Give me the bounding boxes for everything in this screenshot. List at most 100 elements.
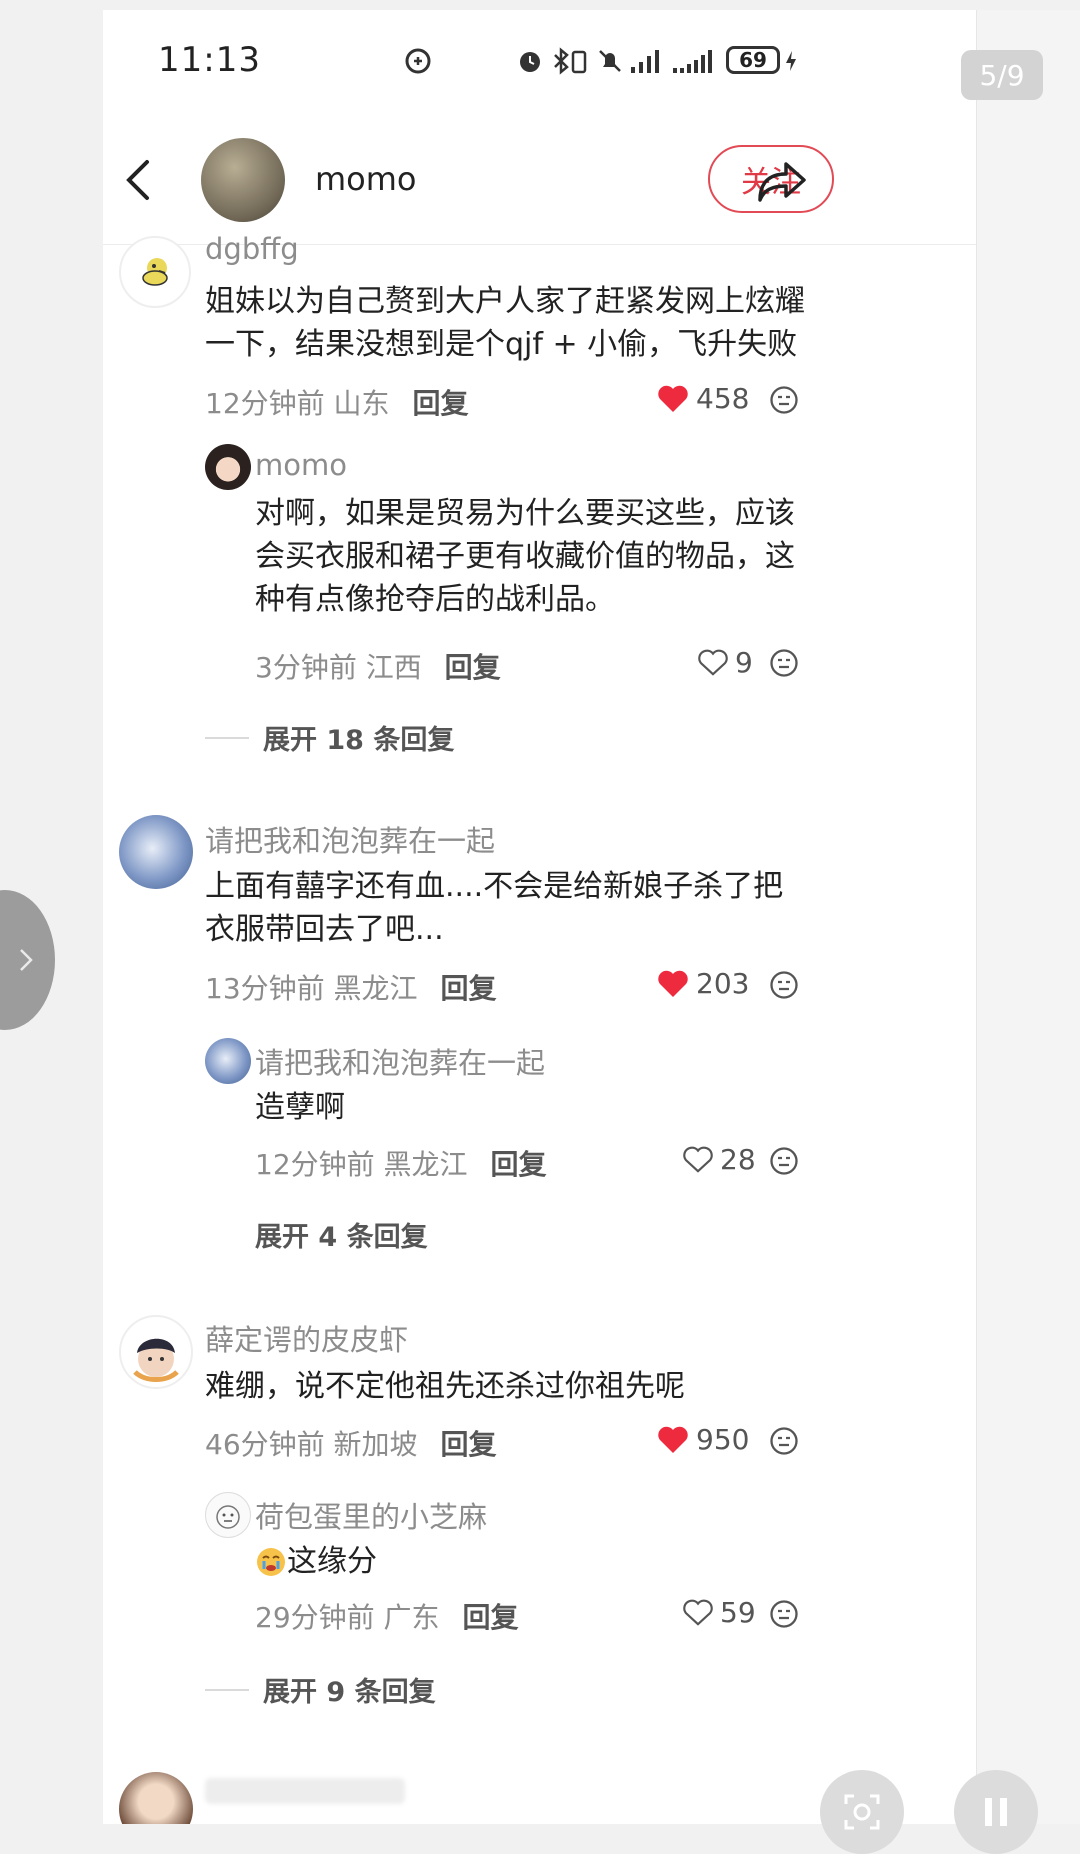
reply-avatar[interactable] [205, 1038, 251, 1084]
like-count: 9 [735, 646, 753, 679]
comment-meta: 12分钟前 山东 回复 [205, 382, 468, 422]
charging-icon [784, 46, 798, 76]
reply-button[interactable]: 回复 [440, 972, 496, 1005]
author-avatar[interactable] [201, 138, 285, 222]
crying-emoji-icon [257, 1547, 285, 1576]
heart-outline-icon [698, 649, 728, 676]
chevron-right-icon [20, 949, 33, 971]
like-count: 59 [720, 1596, 756, 1629]
reply-name[interactable]: 荷包蛋里的小芝麻 [255, 1494, 487, 1536]
comment-time: 13分钟前 [205, 972, 325, 1005]
emoji-reaction-icon[interactable] [769, 1426, 799, 1456]
expand-replies[interactable]: 展开 4 条回复 [255, 1215, 428, 1254]
reply-time: 29分钟前 [255, 1601, 375, 1634]
reply-time: 12分钟前 [255, 1148, 375, 1181]
like-button[interactable]: 9 [697, 646, 753, 679]
reply-meta: 29分钟前 广东 回复 [255, 1596, 518, 1636]
reply-button[interactable]: 回复 [440, 1428, 496, 1461]
signal-icon [629, 46, 663, 76]
like-button[interactable]: 28 [682, 1143, 756, 1176]
battery-indicator: 69 [726, 46, 780, 74]
comment-location: 新加坡 [333, 1428, 418, 1461]
comment-time: 12分钟前 [205, 387, 325, 420]
comment-text: 上面有囍字还有血....不会是给新娘子杀了把衣服带回去了吧... [205, 869, 784, 947]
reply-avatar[interactable] [205, 1492, 251, 1538]
reply-time: 3分钟前 [255, 651, 357, 684]
comment-location: 黑龙江 [333, 972, 418, 1005]
back-icon[interactable] [119, 158, 159, 202]
heart-filled-icon [658, 385, 688, 412]
pause-icon [985, 1798, 1007, 1826]
heart-filled-icon [658, 1426, 688, 1453]
expand-replies[interactable]: 展开 9 条回复 [205, 1670, 436, 1709]
comment-text: 姐妹以为自己赘到大户人家了赶紧发网上炫耀一下，结果没想到是个qjf + 小偷，飞… [205, 284, 805, 362]
bluetooth-vibrate-icon [550, 46, 590, 76]
expand-replies[interactable]: 展开 18 条回复 [205, 718, 454, 757]
reply-meta: 12分钟前 黑龙江 回复 [255, 1143, 546, 1183]
next-side-button[interactable] [0, 890, 55, 1030]
scan-button[interactable] [820, 1770, 904, 1854]
reply-content: 这缘分 [255, 1540, 377, 1583]
comment-sheet: 11:13 69 momo 关注 dgbffg 姐妹以为自己赘到大户人家了赶紧发… [103, 10, 976, 1824]
reply-button[interactable]: 回复 [445, 651, 501, 684]
comment-meta: 13分钟前 黑龙江 回复 [205, 967, 496, 1007]
like-button[interactable]: 458 [656, 382, 749, 415]
reply-button[interactable]: 回复 [412, 387, 468, 420]
comment-location: 山东 [333, 387, 390, 420]
commenter-avatar[interactable] [119, 1772, 193, 1824]
heart-outline-icon [683, 1146, 713, 1173]
status-bar: 11:13 69 [103, 10, 976, 110]
scan-icon [844, 1794, 880, 1830]
expand-line [205, 1688, 249, 1691]
reply-location: 黑龙江 [383, 1148, 468, 1181]
like-count: 203 [696, 967, 750, 1000]
like-button[interactable]: 59 [682, 1596, 756, 1629]
expand-label: 展开 18 条回复 [263, 725, 455, 756]
heart-outline-icon [683, 1599, 713, 1626]
like-count: 950 [696, 1423, 750, 1456]
emoji-reaction-icon[interactable] [769, 970, 799, 1000]
reply-location: 江西 [365, 651, 422, 684]
emoji-reaction-icon[interactable] [769, 648, 799, 678]
commenter-avatar[interactable] [119, 1315, 193, 1389]
like-count: 458 [696, 382, 750, 415]
like-count: 28 [720, 1143, 756, 1176]
post-header: momo 关注 [103, 120, 976, 240]
like-button[interactable]: 950 [656, 1423, 749, 1456]
commenter-name[interactable]: 请把我和泡泡葬在一起 [205, 818, 495, 860]
comment-time: 46分钟前 [205, 1428, 325, 1461]
right-panel [976, 10, 1080, 1824]
expand-label: 展开 9 条回复 [263, 1677, 436, 1708]
heart-filled-icon [658, 970, 688, 997]
emoji-reaction-icon[interactable] [769, 1146, 799, 1176]
commenter-avatar[interactable] [119, 236, 191, 308]
pause-button[interactable] [954, 1770, 1038, 1854]
reply-button[interactable]: 回复 [462, 1601, 518, 1634]
data-saver-icon [403, 46, 433, 76]
emoji-reaction-icon[interactable] [769, 385, 799, 415]
commenter-name[interactable]: dgbffg [205, 232, 299, 266]
reply-text: 这缘分 [287, 1544, 377, 1579]
like-button[interactable]: 203 [656, 967, 749, 1000]
comment-text: 难绷，说不定他祖先还杀过你祖先呢 [205, 1369, 685, 1404]
commenter-avatar[interactable] [119, 815, 193, 889]
image-pager: 5/9 [961, 50, 1043, 100]
commenter-name-blurred [205, 1778, 405, 1804]
mute-icon [595, 46, 625, 76]
reply-meta: 3分钟前 江西 回复 [255, 646, 501, 686]
reply-avatar[interactable] [205, 444, 251, 490]
author-name[interactable]: momo [315, 160, 417, 198]
comment-meta: 46分钟前 新加坡 回复 [205, 1423, 496, 1463]
expand-line [205, 736, 249, 739]
alarm-icon [515, 46, 545, 76]
signal-icon-2 [671, 46, 719, 76]
emoji-reaction-icon[interactable] [769, 1599, 799, 1629]
reply-location: 广东 [383, 1601, 440, 1634]
share-icon[interactable] [756, 158, 808, 206]
commenter-name[interactable]: 薛定谔的皮皮虾 [205, 1317, 408, 1359]
reply-text: 造孽啊 [255, 1090, 345, 1125]
reply-button[interactable]: 回复 [490, 1148, 546, 1181]
reply-name[interactable]: momo [255, 448, 347, 482]
status-time: 11:13 [158, 40, 261, 80]
reply-name[interactable]: 请把我和泡泡葬在一起 [255, 1040, 545, 1082]
